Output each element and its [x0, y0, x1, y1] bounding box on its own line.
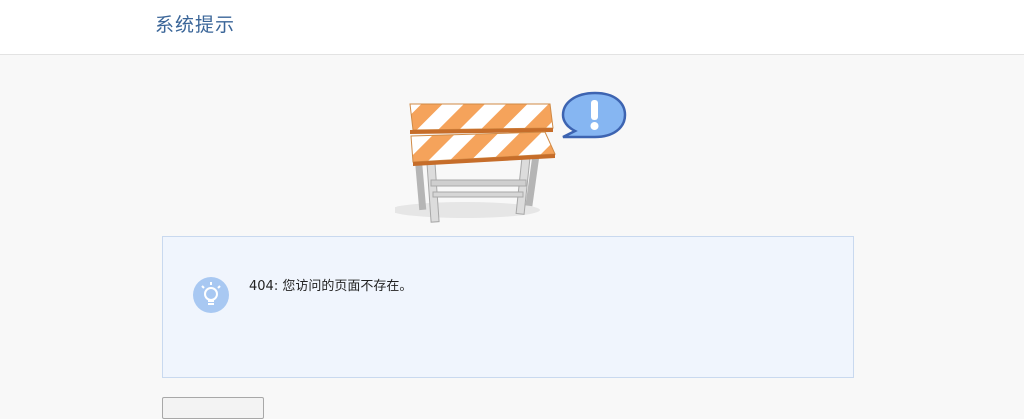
- error-message-panel: 404: 您访问的页面不存在。: [162, 236, 854, 378]
- action-button[interactable]: [162, 397, 264, 419]
- page-header: 系统提示: [0, 0, 1024, 55]
- page-title: 系统提示: [155, 14, 236, 36]
- error-illustration: [390, 88, 635, 228]
- road-barrier-icon: [390, 91, 627, 223]
- exclamation-bubble-icon: [561, 91, 627, 139]
- lightbulb-icon: [193, 277, 229, 313]
- error-message-text: 404: 您访问的页面不存在。: [249, 279, 413, 294]
